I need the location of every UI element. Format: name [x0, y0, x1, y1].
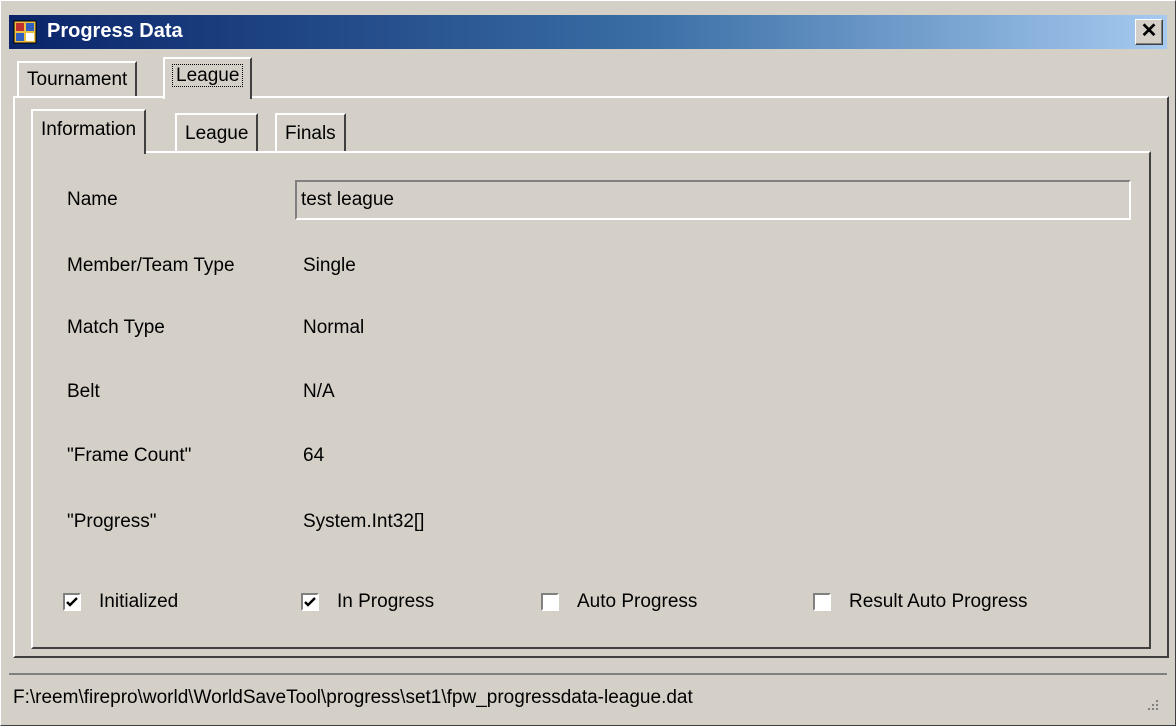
information-tab-panel [31, 151, 1151, 649]
progress-data-window: Progress Data ✕ Tournament League Inform… [0, 0, 1176, 726]
progress-label: "Progress" [67, 511, 157, 532]
tab-league-label: League [171, 64, 244, 87]
close-icon: ✕ [1140, 20, 1158, 42]
tab-information-label: Information [41, 119, 137, 140]
auto-progress-label: Auto Progress [577, 591, 698, 612]
belt-label: Belt [67, 381, 100, 402]
title-bar[interactable]: Progress Data ✕ [9, 15, 1167, 49]
in-progress-checkbox[interactable]: In Progress [301, 591, 434, 613]
auto-progress-checkbox[interactable]: Auto Progress [541, 591, 697, 613]
name-label: Name [67, 189, 118, 210]
result-auto-progress-checkbox[interactable]: Result Auto Progress [813, 591, 1027, 613]
tab-information[interactable]: Information [31, 109, 147, 154]
in-progress-check-box[interactable] [301, 593, 319, 611]
tab-tournament[interactable]: Tournament [17, 61, 138, 98]
in-progress-label: In Progress [337, 591, 435, 612]
frame-count-label: "Frame Count" [67, 445, 192, 466]
tab-tournament-label: Tournament [27, 69, 128, 90]
result-auto-progress-check-box[interactable] [813, 593, 831, 611]
tab-league[interactable]: League [163, 57, 253, 99]
progress-value: System.Int32[] [303, 511, 425, 532]
name-input[interactable] [295, 180, 1131, 220]
checkmark-icon [304, 597, 316, 607]
result-auto-progress-label: Result Auto Progress [849, 591, 1028, 612]
file-path-status: F:\reem\firepro\world\WorldSaveTool\prog… [13, 687, 693, 708]
match-type-label: Match Type [67, 317, 165, 338]
belt-value: N/A [303, 381, 335, 402]
app-window-icon [13, 20, 37, 44]
frame-count-value: 64 [303, 445, 325, 466]
auto-progress-check-box[interactable] [541, 593, 559, 611]
member-type-value: Single [303, 255, 356, 276]
checkmark-icon [66, 597, 78, 607]
status-bar: F:\reem\firepro\world\WorldSaveTool\prog… [9, 673, 1167, 719]
member-type-label: Member/Team Type [67, 255, 235, 276]
close-button[interactable]: ✕ [1135, 19, 1163, 45]
match-type-value: Normal [303, 317, 365, 338]
initialized-check-box[interactable] [63, 593, 81, 611]
initialized-label: Initialized [99, 591, 179, 612]
window-title: Progress Data [47, 20, 183, 42]
initialized-checkbox[interactable]: Initialized [63, 591, 178, 613]
resize-grip-icon[interactable] [1141, 693, 1161, 713]
